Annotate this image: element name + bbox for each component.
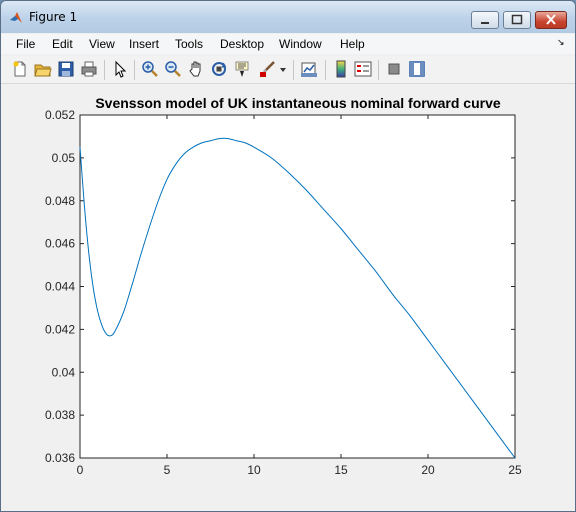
figure-window: Figure 1 File Edit View Insert Tools Des… [0,0,576,512]
maximize-icon [511,14,523,25]
menu-bar: File Edit View Insert Tools Desktop Wind… [1,34,575,54]
legend-icon[interactable] [354,60,372,78]
y-tick-label: 0.052 [45,108,75,122]
minimize-button[interactable] [471,11,499,29]
x-tick-label: 0 [77,463,84,477]
rotate-3d-icon[interactable] [210,60,228,78]
axes-area[interactable] [79,114,516,459]
data-cursor-icon[interactable] [233,60,251,78]
figure-canvas: Svensson model of UK instantaneous nomin… [1,84,575,511]
y-tick-label: 0.04 [52,365,76,379]
menu-edit[interactable]: Edit [52,37,73,51]
new-figure-icon[interactable] [11,60,29,78]
x-tick-label: 20 [421,463,435,477]
menu-overflow-arrow-icon[interactable]: ↘ [557,38,565,48]
title-bar[interactable]: Figure 1 [1,1,575,33]
chart-title: Svensson model of UK instantaneous nomin… [95,95,501,111]
zoom-in-icon[interactable] [141,60,159,78]
menu-window[interactable]: Window [279,37,322,51]
menu-file[interactable]: File [16,37,35,51]
toolbar-separator [325,60,326,80]
x-tick-label: 10 [247,463,261,477]
menu-help[interactable]: Help [340,37,365,51]
pan-hand-icon[interactable] [187,60,205,78]
close-button[interactable] [535,11,567,29]
menu-tools[interactable]: Tools [175,37,203,51]
y-tick-label: 0.048 [45,194,75,208]
menu-desktop[interactable]: Desktop [220,37,264,51]
menu-view[interactable]: View [89,37,115,51]
edit-plot-arrow-icon[interactable] [111,60,129,78]
y-tick-label: 0.038 [45,408,75,422]
toolbar-separator [378,60,379,80]
hide-plot-tools-icon[interactable] [385,60,403,78]
matlab-logo-icon [10,12,22,23]
brush-icon[interactable] [258,60,276,78]
y-tick-label: 0.042 [45,322,75,336]
y-tick-label: 0.046 [45,237,75,251]
menu-insert[interactable]: Insert [129,37,159,51]
y-tick-label: 0.05 [52,151,76,165]
toolbar-separator [134,60,135,80]
line-chart[interactable]: Svensson model of UK instantaneous nomin… [1,84,575,511]
open-file-icon[interactable] [34,60,52,78]
link-plot-icon[interactable] [300,60,318,78]
maximize-button[interactable] [503,11,531,29]
toolbar-separator [293,60,294,80]
x-tick-label: 15 [334,463,348,477]
toolbar-separator [104,60,105,80]
zoom-out-icon[interactable] [164,60,182,78]
show-plot-tools-icon[interactable] [408,60,426,78]
x-tick-label: 25 [508,463,522,477]
save-icon[interactable] [57,60,75,78]
close-icon [546,14,556,25]
minimize-icon [481,22,489,24]
x-tick-label: 5 [164,463,171,477]
colorbar-icon[interactable] [332,60,350,78]
y-tick-label: 0.036 [45,451,75,465]
y-tick-label: 0.044 [45,280,75,294]
brush-dropdown-icon[interactable] [279,60,287,78]
window-title: Figure 1 [29,10,78,24]
print-icon[interactable] [80,60,98,78]
